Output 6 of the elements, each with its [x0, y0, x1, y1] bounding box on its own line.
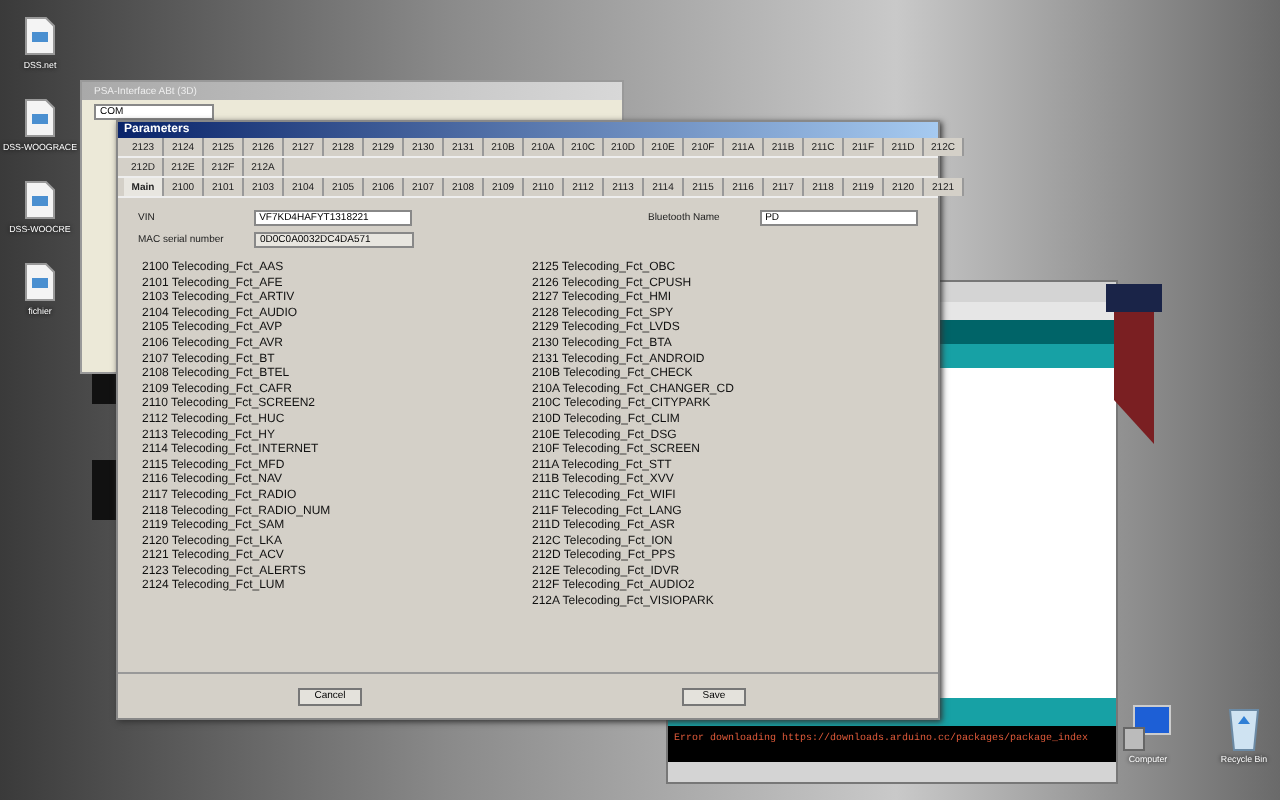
file-icon[interactable] — [23, 16, 56, 56]
file-icon[interactable] — [23, 98, 56, 138]
computer-icon[interactable] — [1122, 704, 1174, 752]
file-icon[interactable] — [24, 262, 56, 302]
recycle-bin-icon[interactable] — [1226, 704, 1262, 752]
file-icon[interactable] — [24, 180, 56, 220]
